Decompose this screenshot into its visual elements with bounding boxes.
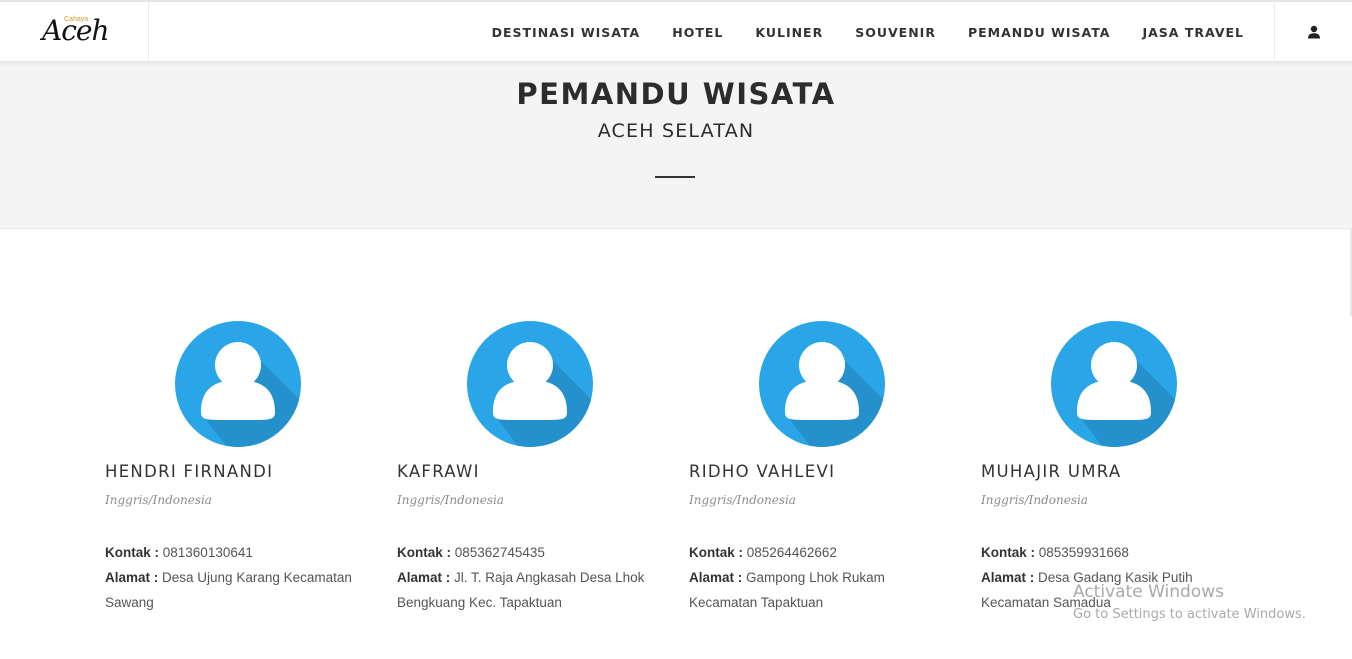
guide-info: Kontak : 085362745435 Alamat : Jl. T. Ra…: [397, 540, 657, 615]
user-button[interactable]: [1274, 2, 1352, 62]
guide-language: Inggris/Indonesia: [981, 493, 1088, 507]
guide-name: RIDHO VAHLEVI: [689, 462, 836, 481]
activation-watermark-text: Go to Settings to activate Windows.: [1073, 607, 1306, 622]
nav-kuliner[interactable]: KULINER: [755, 25, 823, 40]
guide-language: Inggris/Indonesia: [105, 493, 212, 507]
guide-info: Kontak : 085264462662 Alamat : Gampong L…: [689, 540, 949, 615]
contact-value: 085264462662: [746, 545, 837, 560]
contact-value: 081360130641: [162, 545, 253, 560]
main-nav: DESTINASI WISATA HOTEL KULINER SOUVENIR …: [492, 2, 1244, 62]
logo-small-text: Cahaya: [64, 16, 89, 23]
contact-value: 085362745435: [454, 545, 545, 560]
avatar-icon: [1051, 321, 1177, 447]
user-icon: [1307, 25, 1320, 39]
avatar-icon: [467, 321, 593, 447]
logo[interactable]: Aceh Cahaya: [0, 2, 149, 62]
page-header: PEMANDU WISATA ACEH SELATAN: [0, 62, 1352, 229]
top-navbar: Aceh Cahaya DESTINASI WISATA HOTEL KULIN…: [0, 0, 1352, 62]
title-divider: [655, 176, 695, 178]
address-label: Alamat :: [981, 570, 1035, 585]
guide-name: HENDRI FIRNANDI: [105, 462, 274, 481]
guide-language: Inggris/Indonesia: [397, 493, 504, 507]
nav-destinasi-wisata[interactable]: DESTINASI WISATA: [492, 25, 641, 40]
avatar-icon: [759, 321, 885, 447]
contact-label: Kontak :: [105, 545, 159, 560]
avatar-icon: [175, 321, 301, 447]
guide-name: MUHAJIR UMRA: [981, 462, 1122, 481]
guide-info: Kontak : 081360130641 Alamat : Desa Ujun…: [105, 540, 365, 615]
nav-jasa-travel[interactable]: JASA TRAVEL: [1142, 25, 1244, 40]
nav-hotel[interactable]: HOTEL: [672, 25, 723, 40]
page-subtitle: ACEH SELATAN: [597, 120, 755, 142]
guide-info: Kontak : 085359931668 Alamat : Desa Gada…: [981, 540, 1241, 615]
nav-pemandu-wisata[interactable]: PEMANDU WISATA: [968, 25, 1111, 40]
contact-label: Kontak :: [981, 545, 1035, 560]
address-label: Alamat :: [689, 570, 743, 585]
guide-name: KAFRAWI: [397, 462, 480, 481]
contact-label: Kontak :: [397, 545, 451, 560]
address-label: Alamat :: [105, 570, 159, 585]
address-label: Alamat :: [397, 570, 451, 585]
contact-label: Kontak :: [689, 545, 743, 560]
contact-value: 085359931668: [1038, 545, 1129, 560]
page-title: PEMANDU WISATA: [516, 77, 836, 111]
guide-language: Inggris/Indonesia: [689, 493, 796, 507]
nav-souvenir[interactable]: SOUVENIR: [855, 25, 936, 40]
activation-watermark-title: Activate Windows: [1073, 582, 1224, 602]
